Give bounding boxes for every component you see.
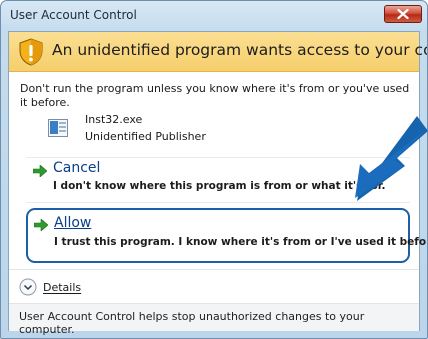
details-button[interactable]: Details xyxy=(43,281,81,294)
window-title: User Account Control xyxy=(10,8,137,22)
shield-warning-icon xyxy=(19,38,43,66)
green-arrow-icon xyxy=(33,165,47,177)
program-icon xyxy=(48,119,68,137)
close-icon xyxy=(397,9,409,19)
pointer-arrow-icon xyxy=(355,116,428,201)
footer-text: User Account Control helps stop unauthor… xyxy=(19,310,365,336)
warning-banner: An unidentified program wants access to … xyxy=(9,32,427,72)
program-name: Inst32.exe xyxy=(85,113,143,126)
title-bar[interactable]: User Account Control xyxy=(1,1,427,31)
program-publisher: Unidentified Publisher xyxy=(85,130,206,143)
close-button[interactable] xyxy=(384,5,422,23)
green-arrow-icon xyxy=(34,219,48,231)
allow-description: I trust this program. I know where it's … xyxy=(54,236,428,248)
separator xyxy=(9,269,419,270)
footer: User Account Control helps stop unauthor… xyxy=(9,303,419,336)
cancel-description: I don't know where this program is from … xyxy=(53,180,386,192)
banner-title: An unidentified program wants access to … xyxy=(52,41,427,59)
chevron-down-icon[interactable] xyxy=(19,278,37,296)
cancel-title[interactable]: Cancel xyxy=(53,160,100,176)
allow-title[interactable]: Allow xyxy=(54,215,91,231)
